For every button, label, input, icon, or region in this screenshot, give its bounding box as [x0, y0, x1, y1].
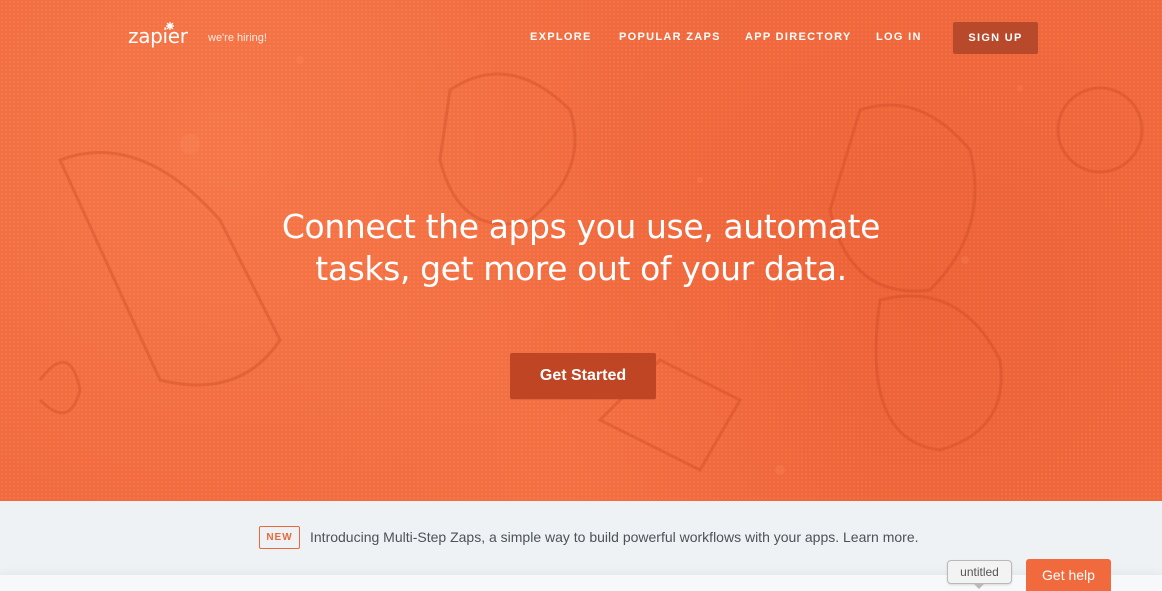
nav-app-directory-link[interactable]: APP DIRECTORY [745, 31, 852, 43]
hiring-link[interactable]: we're hiring! [208, 32, 267, 44]
zapier-logo[interactable]: zapier [128, 24, 188, 48]
hero-headline-line-1: Connect the apps you use, automate [281, 207, 881, 246]
top-navigation: zapier we're hiring! EXPLORE POPULAR ZAP… [0, 0, 1162, 76]
get-help-button[interactable]: Get help [1026, 559, 1111, 591]
announcement-link[interactable]: Introducing Multi-Step Zaps, a simple wa… [310, 529, 919, 545]
untitled-tooltip: untitled [947, 560, 1012, 584]
sign-up-button[interactable]: SIGN UP [953, 22, 1038, 54]
new-badge: NEW [259, 526, 300, 549]
hero-section: zapier we're hiring! EXPLORE POPULAR ZAP… [0, 0, 1162, 501]
hero-headline: Connect the apps you use, automate tasks… [231, 206, 931, 290]
hero-headline-line-2: tasks, get more out of your data. [315, 249, 847, 288]
nav-popular-zaps-link[interactable]: POPULAR ZAPS [619, 31, 721, 43]
nav-log-in-link[interactable]: LOG IN [876, 31, 922, 43]
get-started-button[interactable]: Get Started [510, 353, 656, 399]
logo-star-icon [166, 22, 174, 30]
tooltip-pointer [973, 583, 985, 589]
nav-explore-link[interactable]: EXPLORE [530, 31, 592, 43]
